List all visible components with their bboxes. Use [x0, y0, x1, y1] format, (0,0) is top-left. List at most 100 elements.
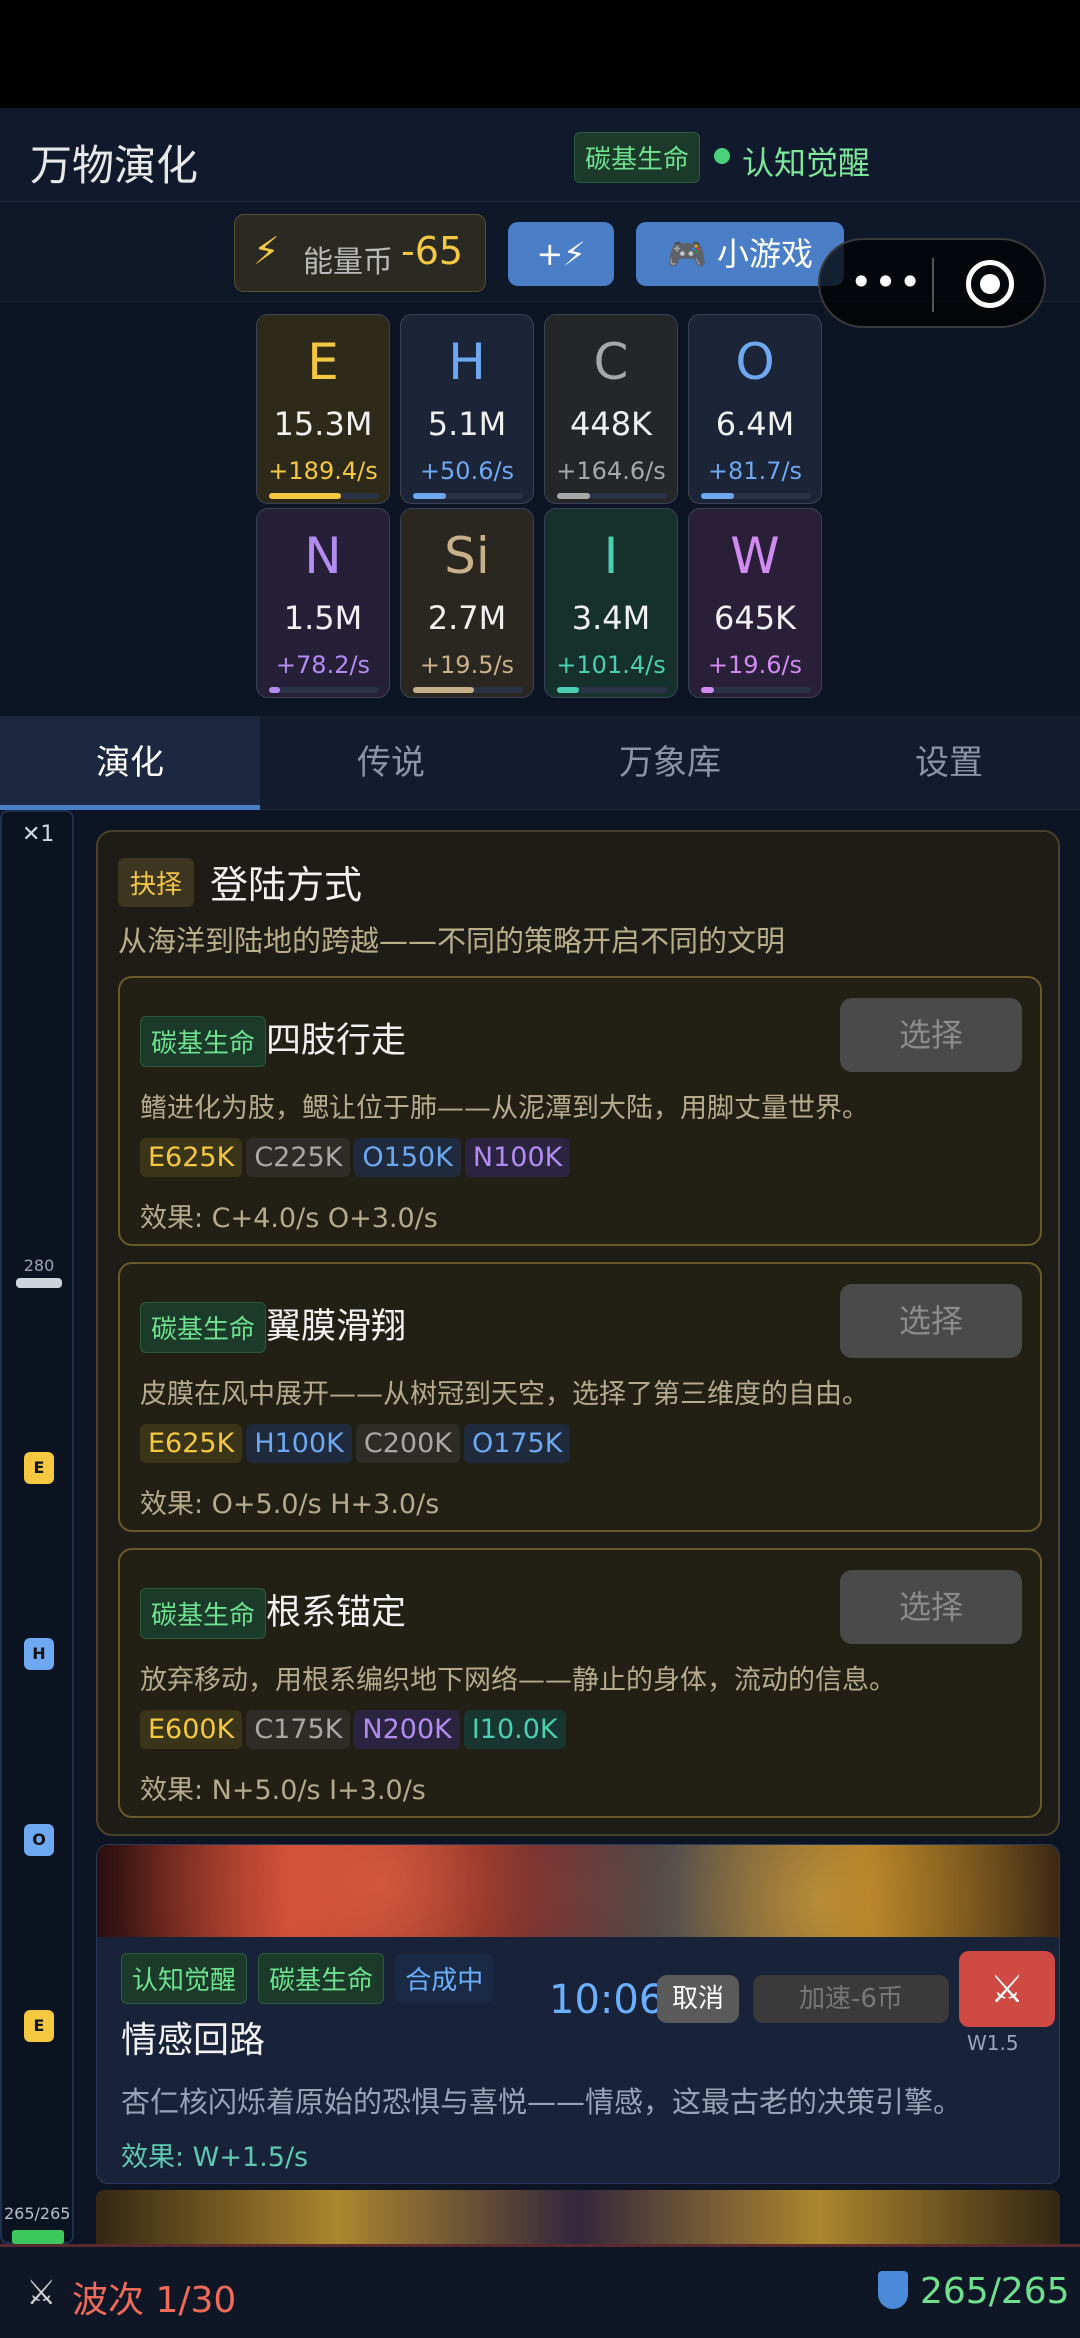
resource-card[interactable]: W 645K +19.6/s [688, 508, 822, 698]
resource-progress-bar [557, 687, 667, 693]
main-tabs: 演化 传说 万象库 设置 [0, 716, 1080, 810]
battle-sword-button[interactable]: ⚔ [959, 1951, 1055, 2027]
resource-progress-bar [701, 493, 811, 499]
resource-rate: +189.4/s [268, 457, 378, 485]
tab-legend[interactable]: 传说 [260, 716, 522, 810]
choice-description: 从海洋到陆地的跨越——不同的策略开启不同的文明 [118, 924, 786, 958]
capsule-divider [932, 258, 934, 312]
status-dot [714, 148, 730, 164]
resource-symbol: C [593, 333, 629, 391]
app-header: 万物演化 碳基生命 认知觉醒 [0, 108, 1080, 202]
resource-card[interactable]: E 15.3M +189.4/s [256, 314, 390, 504]
resource-progress-bar [557, 493, 667, 499]
resource-progress-fill [413, 493, 446, 499]
tab-settings[interactable]: 设置 [818, 716, 1080, 810]
resource-amount: 2.7M [427, 599, 507, 637]
resource-rate: +78.2/s [275, 651, 371, 679]
resource-card[interactable]: O 6.4M +81.7/s [688, 314, 822, 504]
choice-badge: 抉择 [118, 858, 195, 907]
option-card: 碳基生命 根系锚定 选择 放弃移动，用根系编织地下网络——静止的身体，流动的信息… [118, 1548, 1042, 1818]
synthesis-tags: 认知觉醒 碳基生命 合成中 [121, 1953, 499, 2004]
wave-counter: 波次 1/30 [72, 2280, 237, 2321]
stage-label: 认知觉醒 [742, 144, 871, 182]
option-costs: E600K C175K N200K I10.0K [140, 1710, 570, 1749]
status-bar [0, 0, 1080, 108]
resource-symbol: Si [444, 527, 490, 585]
cost-chip: O150K [354, 1138, 461, 1177]
option-costs: E625K C225K O150K N100K [140, 1138, 574, 1177]
resource-card[interactable]: H 5.1M +50.6/s [400, 314, 534, 504]
cost-chip: N200K [354, 1710, 460, 1749]
cost-chip: O175K [463, 1424, 571, 1463]
resource-progress-bar [413, 493, 523, 499]
era-tag: 碳基生命 [574, 132, 701, 183]
resource-symbol: E [307, 333, 339, 391]
resource-amount: 1.5M [283, 599, 363, 637]
option-tag: 碳基生命 [140, 1302, 267, 1353]
resource-rate: +19.6/s [707, 651, 803, 679]
rail-speed-label: ✕1 [22, 822, 55, 847]
resource-progress-bar [269, 493, 379, 499]
select-button[interactable]: 选择 [840, 1284, 1022, 1358]
energy-display: ⚡ 能量币 -65 [234, 214, 486, 292]
option-effect: 效果: N+5.0/s I+3.0/s [140, 1775, 426, 1806]
resource-progress-fill [701, 687, 715, 693]
resource-rate: +164.6/s [556, 457, 666, 485]
choice-panel: 抉择 登陆方式 从海洋到陆地的跨越——不同的策略开启不同的文明 碳基生命 四肢行… [96, 830, 1060, 1836]
energy-label: 能量币 [303, 245, 393, 280]
synthesis-name: 情感回路 [121, 2020, 266, 2061]
lightning-icon: ⚡ [253, 229, 280, 273]
more-icon[interactable]: ••• [850, 260, 923, 304]
synthesis-tag-stage: 认知觉醒 [121, 1953, 248, 2004]
resource-amount: 448K [569, 405, 653, 443]
resource-progress-bar [413, 687, 523, 693]
cost-chip: I10.0K [463, 1710, 566, 1749]
resource-card[interactable]: I 3.4M +101.4/s [544, 508, 678, 698]
resource-symbol: W [730, 527, 780, 585]
rail-energy-icon-2[interactable]: E [24, 2010, 54, 2042]
synthesis-wave-label: W1.5 [967, 2031, 1019, 2055]
option-name: 翼膜滑翔 [266, 1307, 407, 1347]
option-name: 根系锚定 [266, 1593, 407, 1633]
mini-game-button[interactable]: 🎮 小游戏 [636, 222, 844, 286]
resource-rate: +50.6/s [419, 457, 515, 485]
add-energy-button[interactable]: +⚡ [508, 222, 614, 286]
cancel-button[interactable]: 取消 [657, 1975, 739, 2023]
cost-chip: E625K [140, 1424, 243, 1463]
select-button[interactable]: 选择 [840, 998, 1022, 1072]
resource-card[interactable]: C 448K +164.6/s [544, 314, 678, 504]
resource-card[interactable]: N 1.5M +78.2/s [256, 508, 390, 698]
cost-chip: C175K [246, 1710, 351, 1749]
close-target-icon[interactable] [966, 260, 1014, 308]
cost-chip: E625K [140, 1138, 243, 1177]
resource-progress-fill [269, 493, 341, 499]
bottom-status-bar: ⚔ 波次 1/30 265/265 [0, 2244, 1080, 2338]
option-effect: 效果: O+5.0/s H+3.0/s [140, 1489, 440, 1520]
option-description: 皮膜在风中展开——从树冠到天空，选择了第三维度的自由。 [140, 1379, 869, 1410]
rail-energy-icon[interactable]: E [24, 1452, 54, 1484]
resource-progress-bar [701, 687, 811, 693]
synthesis-tag-status: 合成中 [395, 1954, 494, 2003]
select-button[interactable]: 选择 [840, 1570, 1022, 1644]
synthesis-card: 认知觉醒 碳基生命 合成中 情感回路 10:06 取消 加速-6币 ⚔ W1.5… [96, 1844, 1060, 2184]
option-costs: E625K H100K C200K O175K [140, 1424, 574, 1463]
miniprogram-capsule: ••• [818, 238, 1046, 328]
cost-chip: E600K [140, 1710, 243, 1749]
evolution-content: 抉择 登陆方式 从海洋到陆地的跨越——不同的策略开启不同的文明 碳基生命 四肢行… [74, 810, 1080, 2244]
resource-progress-fill [701, 493, 734, 499]
rail-oxygen-icon[interactable]: O [24, 1824, 54, 1856]
rail-marker-bar [16, 1278, 62, 1288]
resource-card[interactable]: Si 2.7M +19.5/s [400, 508, 534, 698]
choice-title: 登陆方式 [210, 863, 363, 907]
rail-hydrogen-icon[interactable]: H [24, 1638, 54, 1670]
speedup-button[interactable]: 加速-6币 [753, 1975, 949, 2023]
resource-amount: 15.3M [273, 405, 373, 443]
resource-symbol: I [603, 527, 619, 585]
tab-evolution[interactable]: 演化 [0, 716, 260, 810]
option-name: 四肢行走 [266, 1021, 407, 1061]
tab-library[interactable]: 万象库 [522, 716, 818, 810]
option-tag: 碳基生命 [140, 1588, 267, 1639]
synthesis-effect: 效果: W+1.5/s [121, 2142, 309, 2173]
shield-icon [878, 2271, 908, 2309]
rail-hp-label: 265/265 [4, 2204, 71, 2223]
